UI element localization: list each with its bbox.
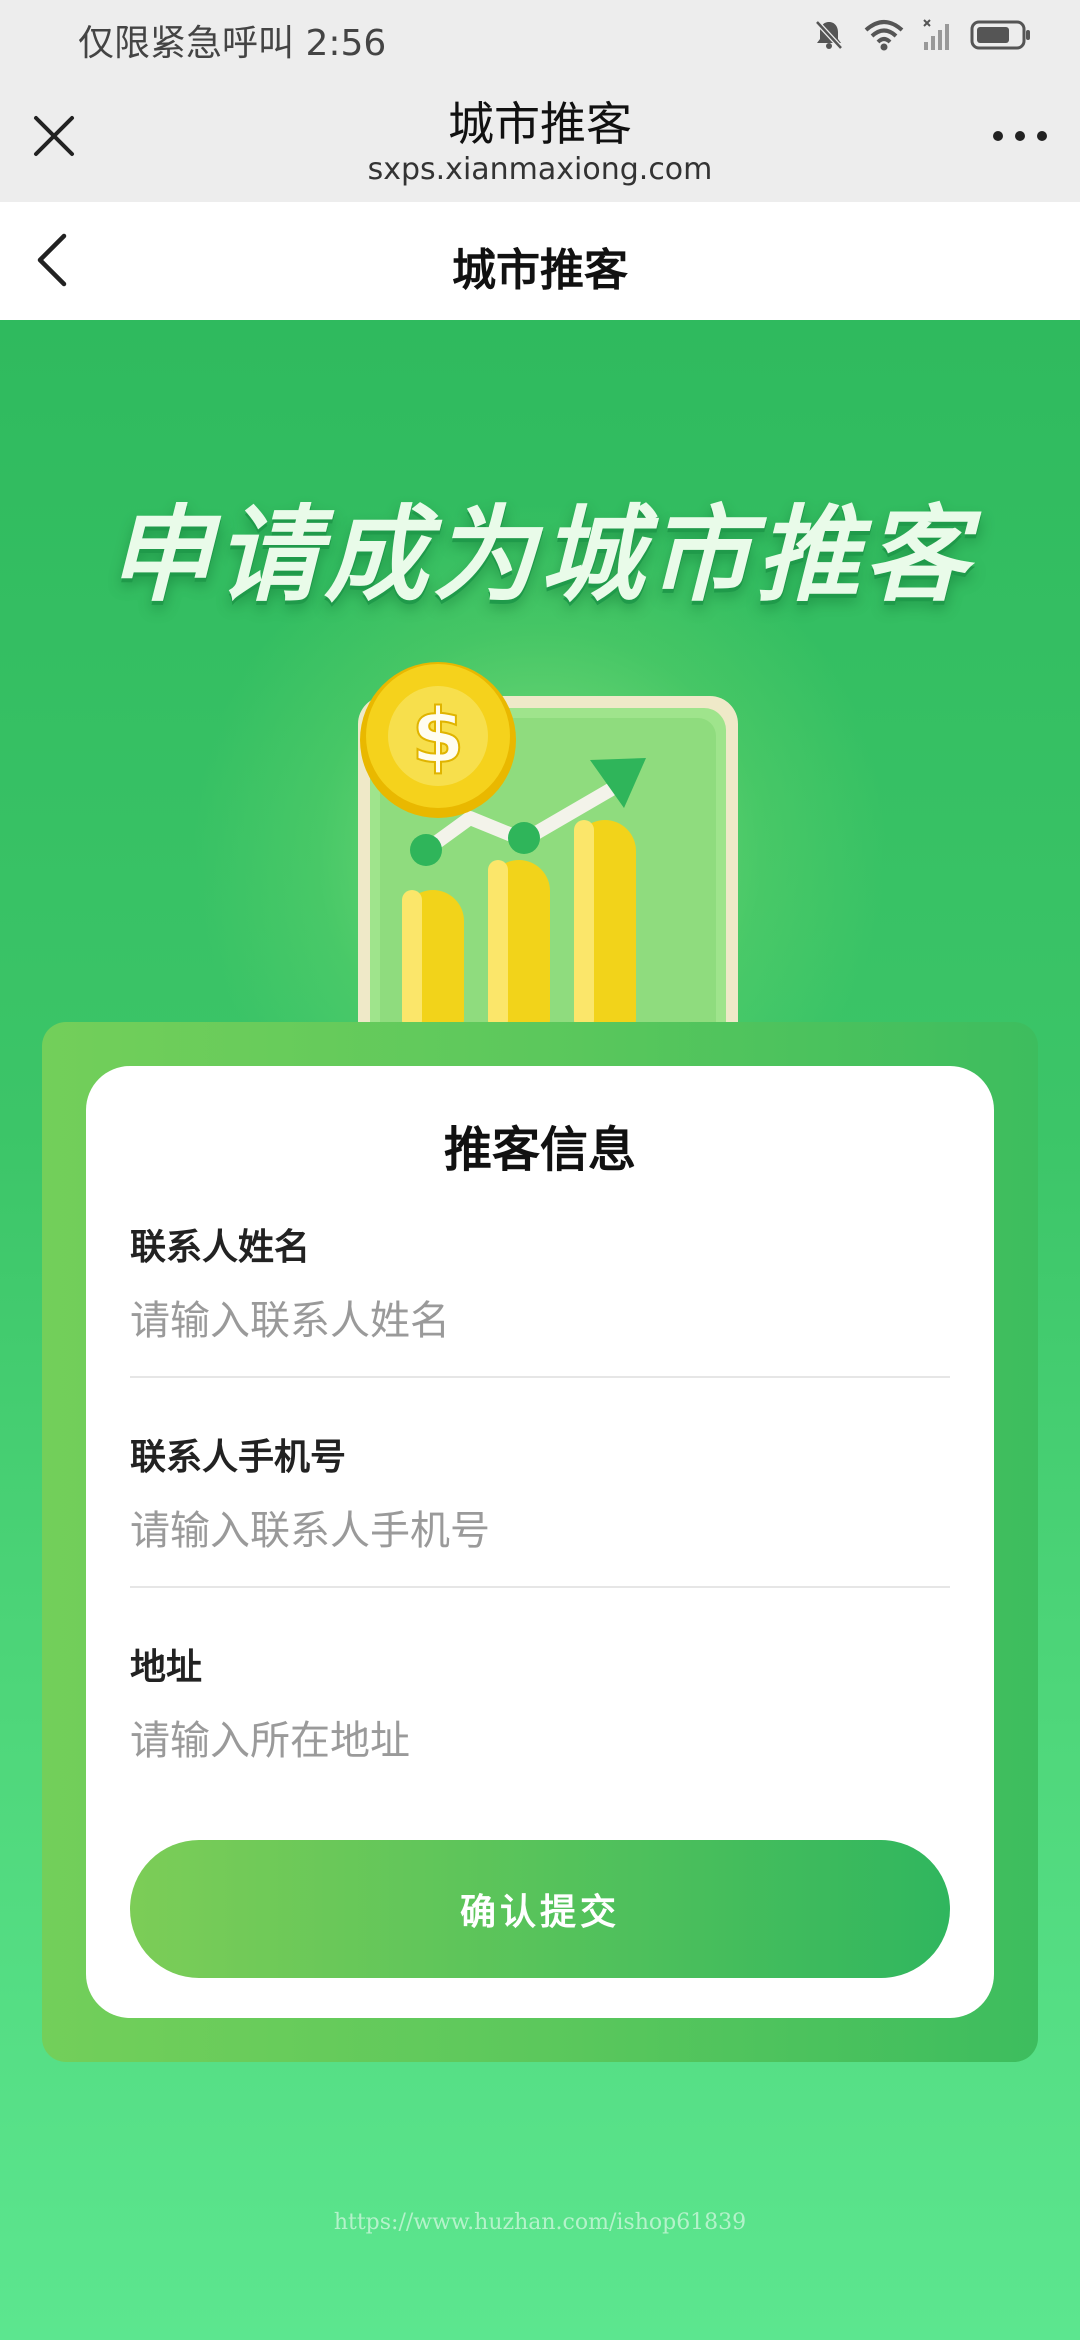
field-contact-name: 联系人姓名 xyxy=(130,1218,950,1344)
status-icons xyxy=(812,18,1032,52)
field-label: 联系人手机号 xyxy=(130,1437,347,1478)
form-card: 推客信息 联系人姓名 联系人手机号 地址 确认提交 xyxy=(86,1066,994,2018)
bell-muted-icon xyxy=(815,20,843,50)
field-label: 地址 xyxy=(130,1647,203,1688)
more-icon[interactable] xyxy=(990,124,1050,148)
hero-headline: 申请成为城市推客 xyxy=(107,494,972,616)
status-bar: 仅限紧急呼叫 2:56 xyxy=(0,0,1080,72)
svg-text:$: $ xyxy=(412,691,465,780)
battery-icon xyxy=(970,20,1030,50)
coin-growth-chart-illustration: $ xyxy=(358,662,738,1030)
divider xyxy=(130,1376,950,1378)
divider xyxy=(130,1586,950,1588)
browser-url: sxps.xianmaxiong.com xyxy=(367,152,713,187)
submit-button[interactable]: 确认提交 xyxy=(130,1840,950,1978)
wifi-icon xyxy=(864,20,904,51)
page-title: 城市推客 xyxy=(452,245,628,296)
field-label: 联系人姓名 xyxy=(130,1227,311,1268)
contact-phone-input[interactable] xyxy=(130,1508,950,1554)
field-address: 地址 xyxy=(130,1638,950,1764)
browser-title: 城市推客 xyxy=(448,97,632,151)
watermark: https://www.huzhan.com/ishop61839 xyxy=(333,2210,747,2235)
field-contact-phone: 联系人手机号 xyxy=(130,1428,950,1554)
contact-name-input[interactable] xyxy=(130,1298,950,1344)
signal-icon xyxy=(923,19,949,50)
page-nav-bar: 城市推客 xyxy=(0,202,1080,320)
form-title: 推客信息 xyxy=(443,1122,636,1178)
browser-header: 城市推客 sxps.xianmaxiong.com xyxy=(0,72,1080,203)
status-text: 仅限紧急呼叫 2:56 xyxy=(78,23,387,64)
address-input[interactable] xyxy=(130,1718,950,1764)
